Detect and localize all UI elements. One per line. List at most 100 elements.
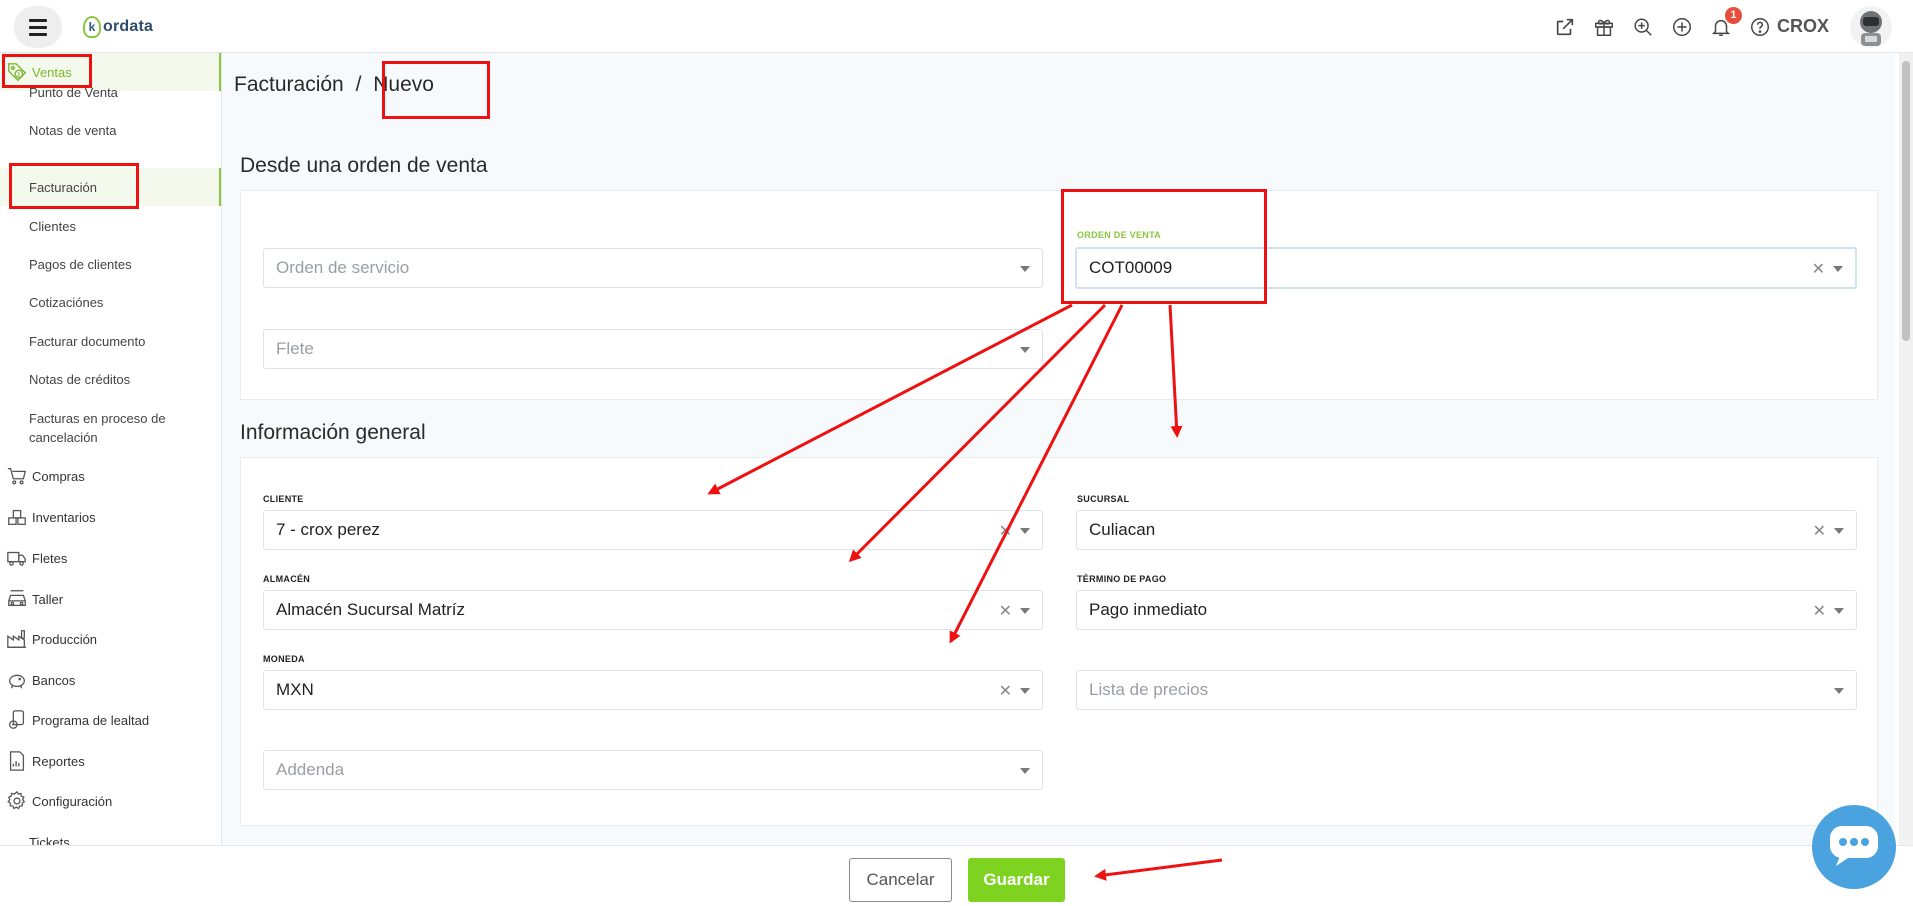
almacen-label: ALMACÉN [263,574,311,584]
sidebar-item-cotizaciones[interactable]: Cotizaciónes [29,293,103,312]
sidebar-section-label: Taller [32,591,64,607]
chevron-down-icon[interactable] [1020,608,1030,614]
sidebar-section-configuracion[interactable]: Configuración [0,782,112,820]
chevron-down-icon[interactable] [1833,266,1843,272]
sucursal-select[interactable]: Culiacan ✕ [1076,510,1857,550]
bell-icon[interactable]: 1 [1710,6,1742,38]
app-window: k ordata 1 CROX $ Ventas Punto de Venta … [0,0,1913,906]
breadcrumb: Facturación / Nuevo [234,73,434,97]
sidebar-item-clientes[interactable]: Clientes [29,217,76,236]
chevron-down-icon[interactable] [1834,528,1844,534]
clear-icon[interactable]: ✕ [999,681,1012,701]
cancel-button[interactable]: Cancelar [849,858,952,902]
chevron-down-icon[interactable] [1020,768,1030,774]
sidebar-section-inventarios[interactable]: Inventarios [0,498,96,536]
top-bar: k ordata 1 CROX [0,0,1913,53]
sidebar-section-fletes[interactable]: Fletes [0,539,67,577]
sidebar-section-label: Tickets [29,834,70,846]
chevron-down-icon[interactable] [1020,528,1030,534]
sidebar-section-compras[interactable]: Compras [0,457,85,495]
page-scrollbar[interactable] [1899,53,1913,845]
cart-icon [7,468,27,485]
user-name[interactable]: CROX [1777,16,1829,37]
save-button[interactable]: Guardar [968,858,1065,902]
chevron-down-icon[interactable] [1834,688,1844,694]
scrollbar-thumb[interactable] [1902,61,1910,341]
orden-venta-label: ORDEN DE VENTA [1077,230,1162,240]
sidebar-section-label: Producción [32,631,98,647]
section-title-desde-orden: Desde una orden de venta [240,154,488,177]
chevron-down-icon[interactable] [1020,347,1030,353]
sidebar-item-notas-de-creditos[interactable]: Notas de créditos [29,370,130,389]
lista-precios-select[interactable]: Lista de precios [1076,670,1857,710]
moneda-select[interactable]: MXN ✕ [263,670,1043,710]
flete-select[interactable]: Flete [263,329,1043,369]
sidebar-section-bancos[interactable]: Bancos [0,661,75,699]
sidebar-section-label: Configuración [32,793,113,809]
svg-text:$: $ [17,72,20,78]
factory-icon [7,630,27,648]
orden-servicio-select[interactable]: Orden de servicio [263,248,1043,288]
car-icon [8,590,26,607]
select-value: COT00009 [1089,258,1173,277]
zoom-icon[interactable] [1632,16,1654,38]
sidebar-item-facturar-documento[interactable]: Facturar documento [29,332,145,351]
select-value: MXN [276,680,314,699]
almacen-select[interactable]: Almacén Sucursal Matríz ✕ [263,590,1043,630]
help-icon[interactable] [1749,16,1771,38]
select-value: Culiacan [1089,520,1156,539]
top-toolbar: 1 CROX [1537,0,1913,53]
avatar[interactable] [1849,5,1893,49]
breadcrumb-parent[interactable]: Facturación [234,73,344,96]
sidebar-item-notas-de-venta[interactable]: Notas de venta [29,121,116,140]
sidebar-section-tickets[interactable]: Tickets [0,823,70,846]
chevron-down-icon[interactable] [1020,688,1030,694]
orden-venta-select[interactable]: COT00009 ✕ [1075,247,1857,289]
hamburger-line [29,25,47,29]
chevron-down-icon[interactable] [1834,608,1844,614]
notification-badge: 1 [1724,6,1742,24]
moneda-label: MONEDA [263,654,305,664]
add-circle-icon[interactable] [1671,16,1693,38]
sidebar-item-punto-de-venta[interactable]: Punto de Venta [29,83,118,102]
piggy-bank-icon [9,674,25,689]
external-link-icon[interactable] [1554,16,1576,38]
sidebar-section-produccion[interactable]: Producción [0,620,97,658]
menu-toggle-button[interactable] [14,6,62,48]
info-general-card: CLIENTE 7 - crox perez ✕ SUCURSAL Culiac… [240,457,1878,826]
logo-mark: k [83,16,101,38]
sidebar-section-label: Compras [32,468,85,484]
select-placeholder: Flete [276,339,314,358]
loyalty-icon [9,710,25,729]
sidebar-section-label: Programa de lealtad [32,712,150,728]
hamburger-line [29,32,47,36]
sidebar-item-facturacion[interactable]: Facturación [29,178,97,197]
cliente-label: CLIENTE [263,494,304,504]
sidebar-section-label: Reportes [32,753,85,769]
boxes-icon [8,509,26,525]
gift-icon[interactable] [1593,16,1615,38]
section-title-info-general: Información general [240,421,426,444]
sidebar-section-label: Bancos [32,672,76,688]
sidebar-section-taller[interactable]: Taller [0,580,63,618]
clear-icon[interactable]: ✕ [999,601,1012,621]
form-footer: Cancelar Guardar [0,845,1913,906]
clear-icon[interactable]: ✕ [999,521,1012,541]
termino-pago-select[interactable]: Pago inmediato ✕ [1076,590,1857,630]
clear-icon[interactable]: ✕ [1813,521,1826,541]
select-value: 7 - crox perez [276,520,380,539]
clear-icon[interactable]: ✕ [1813,601,1826,621]
gear-icon [7,790,26,810]
select-value: Pago inmediato [1089,600,1208,619]
sidebar-item-facturas-cancelacion[interactable]: Facturas en proceso de cancelación [29,409,199,447]
sidebar-item-pagos-de-clientes[interactable]: Pagos de clientes [29,255,132,274]
app-logo[interactable]: k ordata [83,14,153,40]
addenda-select[interactable]: Addenda [263,750,1043,790]
sidebar-section-reportes[interactable]: Reportes [0,742,85,780]
chevron-down-icon[interactable] [1020,266,1030,272]
chat-button[interactable] [1812,805,1896,889]
cliente-select[interactable]: 7 - crox perez ✕ [263,510,1043,550]
sidebar-section-programa-de-lealtad[interactable]: Programa de lealtad [0,701,149,739]
clear-icon[interactable]: ✕ [1812,259,1825,279]
select-placeholder: Lista de precios [1089,680,1209,699]
